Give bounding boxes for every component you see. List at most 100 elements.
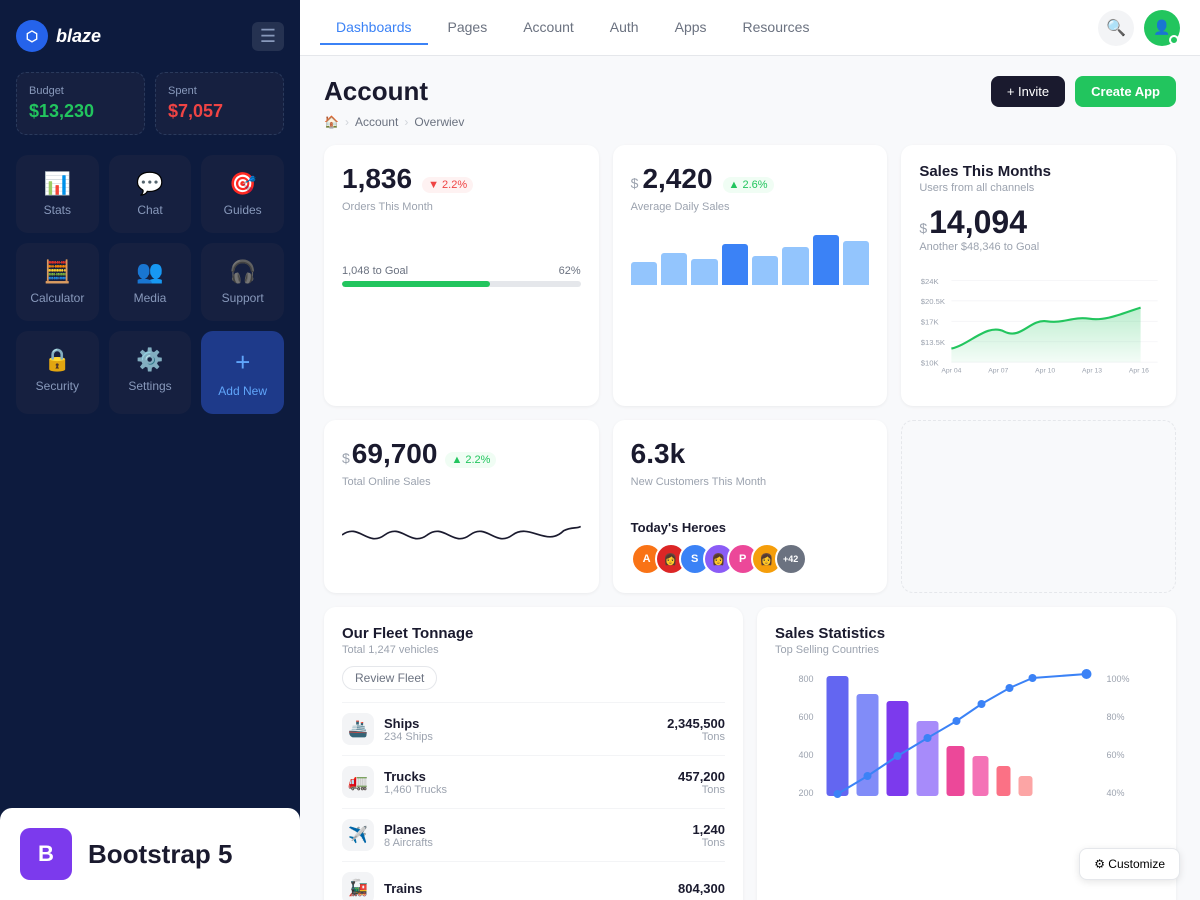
sidebar-item-label: Stats <box>44 203 71 217</box>
sidebar-item-support[interactable]: 🎧 Support <box>201 243 284 321</box>
breadcrumb-home[interactable]: 🏠 <box>324 115 339 129</box>
trains-icon: 🚂 <box>342 872 374 900</box>
sidebar-item-label: Settings <box>128 379 171 393</box>
fleet-row: ✈️ Planes 8 Aircrafts 1,240 Tons <box>342 808 725 861</box>
svg-text:80%: 80% <box>1107 712 1125 722</box>
fleet-name: Trains <box>384 881 678 896</box>
bootstrap-badge: B Bootstrap 5 <box>0 808 300 900</box>
add-new-icon: + <box>235 347 250 378</box>
sales-month-title: Sales This Months <box>919 163 1158 180</box>
sidebar-item-chat[interactable]: 💬 Chat <box>109 155 192 233</box>
sales-line-chart: $24K $20.5K $17K $13.5K $10K <box>919 263 1158 388</box>
sales-stats-title: Sales Statistics <box>775 625 1158 642</box>
fleet-amount: 804,300 <box>678 881 725 896</box>
calculator-icon: 🧮 <box>44 259 71 285</box>
svg-text:400: 400 <box>799 750 814 760</box>
bar <box>813 235 839 285</box>
top-nav-links: Dashboards Pages Account Auth Apps Resou… <box>320 11 825 45</box>
svg-text:$24K: $24K <box>921 277 940 286</box>
online-dot <box>1169 35 1179 45</box>
nav-pages[interactable]: Pages <box>432 11 504 45</box>
ships-icon: 🚢 <box>342 713 374 745</box>
bar <box>843 241 869 285</box>
support-icon: 🎧 <box>229 259 256 285</box>
placeholder-card <box>901 420 1176 593</box>
sidebar-item-label: Support <box>222 291 264 305</box>
online-sales-label: Total Online Sales <box>342 476 581 488</box>
sidebar-item-calculator[interactable]: 🧮 Calculator <box>16 243 99 321</box>
nav-dashboards[interactable]: Dashboards <box>320 11 428 45</box>
progress-label: 1,048 to Goal 62% <box>342 265 581 277</box>
sales-stats-sub: Top Selling Countries <box>775 644 1158 656</box>
svg-text:40%: 40% <box>1107 788 1125 798</box>
new-customers-value: 6.3k <box>631 438 686 470</box>
nav-resources[interactable]: Resources <box>727 11 826 45</box>
fleet-card: Our Fleet Tonnage Total 1,247 vehicles R… <box>324 607 743 900</box>
fleet-amount: 2,345,500 Tons <box>667 716 725 743</box>
svg-text:800: 800 <box>799 674 814 684</box>
sidebar-menu-button[interactable]: ☰ <box>252 22 284 51</box>
sidebar-item-settings[interactable]: ⚙️ Settings <box>109 331 192 414</box>
svg-text:Apr 13: Apr 13 <box>1082 367 1102 374</box>
nav-auth[interactable]: Auth <box>594 11 655 45</box>
sidebar-item-guides[interactable]: 🎯 Guides <box>201 155 284 233</box>
spent-label: Spent <box>168 85 271 97</box>
nav-apps[interactable]: Apps <box>659 11 723 45</box>
create-app-button[interactable]: Create App <box>1075 76 1176 107</box>
online-sales-badge: ▲ 2.2% <box>445 452 496 468</box>
line-chart-svg: $24K $20.5K $17K $13.5K $10K <box>919 263 1158 383</box>
main-content: Dashboards Pages Account Auth Apps Resou… <box>300 0 1200 900</box>
security-icon: 🔒 <box>44 347 71 373</box>
svg-text:600: 600 <box>799 712 814 722</box>
sidebar-item-media[interactable]: 👥 Media <box>109 243 192 321</box>
page-header: Account + Invite Create App <box>324 76 1176 107</box>
fleet-row: 🚢 Ships 234 Ships 2,345,500 Tons <box>342 702 725 755</box>
currency-symbol: $ <box>631 175 639 191</box>
fleet-unit: Tons <box>667 731 725 743</box>
hero-avatar-count: +42 <box>775 543 807 575</box>
bar <box>782 247 808 285</box>
breadcrumb-account[interactable]: Account <box>355 115 398 129</box>
sidebar-item-label: Calculator <box>30 291 84 305</box>
wavy-chart <box>342 500 581 570</box>
sidebar-item-label: Media <box>134 291 167 305</box>
page-content: Account + Invite Create App 🏠 › Account … <box>300 56 1200 900</box>
sales-month-card: Sales This Months Users from all channel… <box>901 145 1176 406</box>
fleet-item-name: Trucks <box>384 769 678 784</box>
fleet-amount: 1,240 Tons <box>692 822 725 849</box>
fleet-row: 🚛 Trucks 1,460 Trucks 457,200 Tons <box>342 755 725 808</box>
user-avatar[interactable]: 👤 <box>1144 10 1180 46</box>
guides-icon: 🎯 <box>229 171 256 197</box>
sidebar-item-stats[interactable]: 📊 Stats <box>16 155 99 233</box>
breadcrumb: 🏠 › Account › Overwiev <box>324 115 1176 129</box>
logo: ⬡ blaze <box>16 20 101 52</box>
sidebar-item-security[interactable]: 🔒 Security <box>16 331 99 414</box>
fleet-unit: Tons <box>692 837 725 849</box>
sidebar-item-add-new[interactable]: + Add New <box>201 331 284 414</box>
bar-chart <box>631 225 870 285</box>
currency: $ <box>342 450 350 466</box>
fleet-value: 1,240 <box>692 822 725 837</box>
online-sales-card: $ 69,700 ▲ 2.2% Total Online Sales <box>324 420 599 593</box>
logo-icon: ⬡ <box>16 20 48 52</box>
page-title: Account <box>324 76 428 107</box>
search-button[interactable]: 🔍 <box>1098 10 1134 46</box>
new-customers-card: 6.3k New Customers This Month Today's He… <box>613 420 888 593</box>
header-actions: + Invite Create App <box>991 76 1176 107</box>
nav-account[interactable]: Account <box>507 11 590 45</box>
sidebar-item-label: Chat <box>137 203 162 217</box>
spent-amount: $7,057 <box>168 101 271 122</box>
customize-button[interactable]: ⚙ Customize <box>1079 848 1180 880</box>
bar <box>752 256 778 286</box>
daily-sales-badge: ▲ 2.6% <box>723 177 774 193</box>
sales-month-goal: Another $48,346 to Goal <box>919 241 1158 253</box>
fleet-item-count: 234 Ships <box>384 731 667 743</box>
invite-button[interactable]: + Invite <box>991 76 1065 107</box>
fleet-name: Planes 8 Aircrafts <box>384 822 692 849</box>
orders-badge: ▼ 2.2% <box>422 177 473 193</box>
stats-row-1: 1,836 ▼ 2.2% Orders This Month 1,048 to … <box>324 145 1176 406</box>
svg-text:Apr 04: Apr 04 <box>942 367 962 374</box>
orders-value: 1,836 <box>342 163 412 195</box>
review-fleet-button[interactable]: Review Fleet <box>342 666 437 690</box>
daily-sales-card: $ 2,420 ▲ 2.6% Average Daily Sales <box>613 145 888 406</box>
